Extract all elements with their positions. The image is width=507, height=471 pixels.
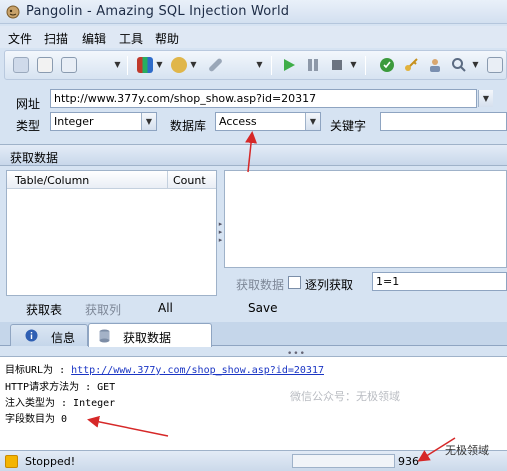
section-title: 获取数据 (10, 151, 59, 165)
list-header: Table/Column Count (7, 171, 216, 189)
magnifier-icon[interactable] (13, 57, 29, 73)
condition-input[interactable]: 1=1 (372, 272, 507, 291)
splitter-grip-icon[interactable]: ▸ ▸ ▸ (218, 220, 223, 250)
dropdown-icon[interactable]: ▼ (155, 59, 164, 71)
log-method-line: HTTP请求方法为 : GET (5, 382, 116, 393)
menu-edit[interactable]: 编辑 (82, 30, 106, 47)
keyword-label: 关键字 (330, 119, 367, 133)
column-header-count[interactable]: Count (173, 174, 206, 187)
window-title: Pangolin - Amazing SQL Injection World (26, 4, 290, 19)
window-icon[interactable] (487, 57, 503, 73)
data-section-header: 获取数据 (0, 144, 507, 166)
books-icon[interactable] (137, 57, 153, 73)
search-icon[interactable] (451, 57, 467, 73)
document-icon[interactable] (61, 57, 77, 73)
info-icon (25, 329, 38, 342)
database-icon (99, 329, 110, 343)
data-results-panel[interactable] (224, 170, 507, 268)
menu-bar: 文件 扫描 编辑 工具 帮助 (0, 26, 507, 48)
log-target-url-link[interactable]: http://www.377y.com/shop_show.asp?id=203… (71, 365, 324, 376)
toolbar-separator (365, 56, 366, 75)
panel-splitter[interactable]: ▸ ▸ ▸ (217, 170, 224, 320)
save-button[interactable]: Save (248, 301, 277, 315)
all-button[interactable]: All (158, 301, 173, 315)
type-dropdown-icon[interactable]: ▼ (141, 113, 156, 130)
get-data-button[interactable]: 获取数据 (236, 276, 284, 293)
database-dropdown-icon[interactable]: ▼ (305, 113, 320, 130)
column-divider (167, 171, 168, 189)
status-bar: Stopped! 936 (0, 450, 507, 471)
play-icon[interactable] (281, 57, 297, 73)
stop-icon[interactable] (329, 57, 345, 73)
corner-watermark: 无极领域 (445, 444, 489, 457)
dropdown-icon[interactable]: ▼ (349, 59, 358, 71)
status-text: Stopped! (25, 455, 76, 468)
dropdown-icon[interactable]: ▼ (471, 59, 480, 71)
user-icon[interactable] (427, 57, 443, 73)
settings-icon[interactable] (171, 57, 187, 73)
tab-get-data-label: 获取数据 (123, 331, 172, 345)
log-target-line: 目标URL为 : http://www.377y.com/shop_show.a… (5, 361, 324, 376)
log-target-label: 目标URL为 : (5, 365, 72, 376)
wrench-icon[interactable] (208, 57, 223, 73)
dropdown-icon[interactable]: ▼ (189, 59, 198, 71)
open-file-icon[interactable] (37, 57, 53, 73)
dropdown-icon[interactable]: ▼ (255, 59, 264, 71)
table-column-list[interactable]: Table/Column Count (6, 170, 217, 296)
dropdown-icon[interactable]: ▼ (113, 59, 122, 71)
tab-info-label: 信息 (51, 331, 76, 345)
warning-icon (5, 455, 18, 468)
row-by-row-label: 逐列获取 (305, 278, 354, 292)
wechat-watermark: 微信公众号：无极领域 (290, 390, 400, 403)
app-logo-icon (6, 5, 20, 19)
menu-file[interactable]: 文件 (8, 30, 32, 47)
progress-bar (292, 454, 395, 468)
url-dropdown-icon[interactable]: ▼ (478, 90, 493, 107)
keyword-input[interactable] (380, 112, 507, 131)
row-by-row-checkbox[interactable] (288, 276, 301, 289)
toolbar-separator (127, 56, 128, 75)
get-columns-button[interactable]: 获取列 (85, 301, 121, 318)
url-label: 网址 (16, 97, 41, 111)
toolbar-separator (271, 56, 272, 75)
toolbar: ▼ ▼ ▼ ▼ ▼ ▼ (4, 50, 507, 80)
title-bar: Pangolin - Amazing SQL Injection World (0, 0, 507, 24)
status-count: 936 (398, 455, 419, 468)
type-label: 类型 (16, 119, 41, 133)
url-input[interactable]: http://www.377y.com/shop_show.asp?id=203… (50, 89, 477, 108)
tab-info[interactable]: 信息 (10, 324, 88, 346)
tab-strip: 信息 获取数据 (0, 322, 507, 347)
menu-scan[interactable]: 扫描 (44, 30, 68, 47)
menu-tools[interactable]: 工具 (119, 30, 143, 47)
menu-help[interactable]: 帮助 (155, 30, 179, 47)
database-label: 数据库 (170, 119, 207, 133)
log-inject-type-line: 注入类型为 : Integer (5, 398, 116, 409)
pause-icon[interactable] (305, 57, 321, 73)
key-icon[interactable] (403, 57, 419, 73)
globe-icon[interactable] (379, 57, 395, 73)
log-field-count-line: 字段数目为 0 (5, 414, 68, 425)
get-tables-button[interactable]: 获取表 (26, 301, 62, 318)
tab-get-data[interactable]: 获取数据 (88, 323, 212, 347)
log-output: 目标URL为 : http://www.377y.com/shop_show.a… (0, 356, 507, 450)
column-header-table-column[interactable]: Table/Column (15, 174, 89, 187)
